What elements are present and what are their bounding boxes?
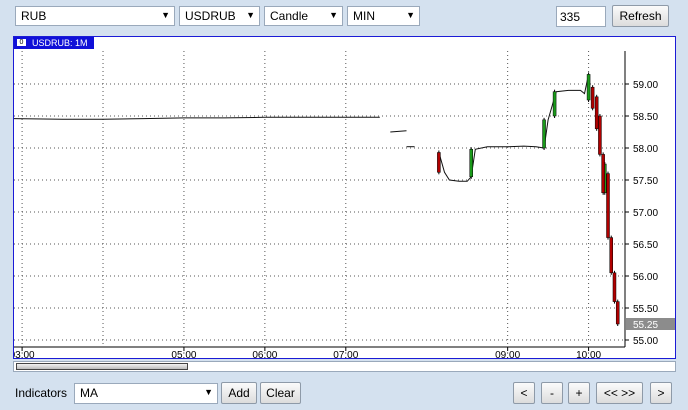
x-tick-label: 03:00	[14, 350, 35, 358]
indicator-select[interactable]: MA ▼	[74, 383, 218, 404]
price-series-line	[438, 74, 590, 182]
market-select[interactable]: RUB ▼	[15, 6, 175, 26]
scroll-left-button[interactable]: <	[513, 382, 535, 404]
y-tick-label: 55.00	[633, 336, 658, 347]
down-candle	[437, 152, 441, 173]
chevron-down-icon: ▼	[204, 387, 213, 397]
chart-frame: 03:00 05:00 06:00 07:00 09:00 10:00 59.00 58.50…	[13, 36, 676, 359]
price-series-line	[390, 130, 407, 133]
chart-label-tab: 0 USDRUB: 1M	[14, 37, 94, 49]
price-series-line	[14, 116, 380, 120]
refresh-button[interactable]: Refresh	[612, 5, 669, 27]
symbol-select[interactable]: USDRUB ▼	[179, 6, 260, 26]
y-tick-label: 58.00	[633, 144, 658, 155]
down-candle	[598, 115, 602, 155]
indicator-select-value: MA	[80, 386, 98, 400]
last-price-label: 55.25	[633, 320, 658, 331]
chevron-down-icon: ▼	[246, 10, 255, 20]
down-candle	[612, 272, 617, 302]
y-tick-label: 56.00	[633, 272, 658, 283]
scrollbar-thumb[interactable]	[16, 363, 188, 370]
down-candle	[606, 173, 610, 238]
y-tick-label: 55.50	[633, 304, 658, 315]
y-tick-label: 57.50	[633, 176, 658, 187]
down-candle	[590, 86, 595, 109]
price-chart: 03:00 05:00 06:00 07:00 09:00 10:00 59.00 58.50…	[14, 51, 675, 358]
horizontal-scrollbar[interactable]	[13, 361, 676, 372]
count-input[interactable]: 335	[556, 6, 606, 27]
scroll-right-button[interactable]: >	[650, 382, 672, 404]
chevron-down-icon: ▼	[329, 10, 338, 20]
chevron-down-icon: ▼	[406, 10, 415, 20]
zoom-out-button[interactable]: -	[541, 382, 563, 404]
zoom-in-button[interactable]: +	[568, 382, 590, 404]
down-candle	[594, 96, 599, 130]
x-tick-label: 07:00	[333, 350, 358, 358]
x-tick-label: 09:00	[495, 350, 520, 358]
symbol-select-value: USDRUB	[185, 9, 236, 23]
y-tick-label: 56.50	[633, 240, 658, 251]
up-candle	[586, 74, 591, 101]
chevron-down-icon: ▼	[161, 10, 170, 20]
x-tick-label: 06:00	[252, 350, 277, 358]
chart-label-text: USDRUB: 1M	[32, 38, 88, 48]
market-select-value: RUB	[21, 9, 47, 23]
y-tick-label: 59.00	[633, 80, 658, 91]
chart-style-select-value: Candle	[270, 9, 309, 23]
down-candle	[609, 237, 613, 274]
y-tick-label: 58.50	[633, 112, 658, 123]
x-tick-label: 10:00	[576, 350, 601, 358]
chart-style-select[interactable]: Candle ▼	[264, 6, 343, 26]
interval-select[interactable]: MIN ▼	[347, 6, 420, 26]
zoom-all-button[interactable]: << >>	[596, 382, 643, 404]
indicators-label: Indicators	[15, 386, 68, 400]
up-candle	[469, 149, 473, 178]
up-candle	[552, 91, 557, 117]
y-tick-label: 57.00	[633, 208, 658, 219]
down-candle	[601, 154, 605, 194]
interval-select-value: MIN	[353, 9, 375, 23]
add-indicator-button[interactable]: Add	[221, 382, 257, 404]
x-tick-label: 05:00	[171, 350, 196, 358]
chart-label-box[interactable]: 0	[16, 38, 27, 47]
down-candle	[615, 301, 620, 325]
clear-indicators-button[interactable]: Clear	[260, 382, 301, 404]
up-candle	[542, 119, 546, 149]
